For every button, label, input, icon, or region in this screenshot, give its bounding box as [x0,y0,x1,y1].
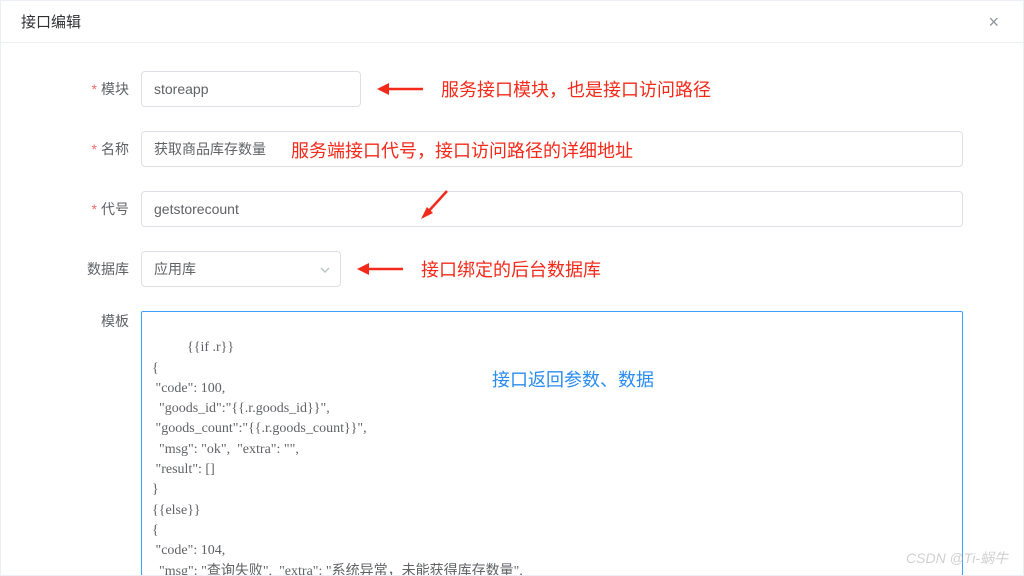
dialog-body: 模块 服务接口模块，也是接口访问路径 名称 服务端接口代号，接口访问路径的详细地… [1,43,1023,575]
label-database: 数据库 [61,251,141,287]
row-module: 模块 服务接口模块，也是接口访问路径 [61,71,963,107]
row-template: 模板 {{if .r}} { "code": 100, "goods_id":"… [61,311,963,575]
input-module[interactable] [141,71,361,107]
arrow-icon [357,260,405,278]
row-code: 代号 [61,191,963,227]
dialog-header: 接口编辑 × [1,1,1023,43]
select-database[interactable]: 应用库 [141,251,341,287]
select-database-value: 应用库 [154,259,196,279]
control-template: {{if .r}} { "code": 100, "goods_id":"{{.… [141,311,963,575]
control-module: 服务接口模块，也是接口访问路径 [141,71,963,107]
row-name: 名称 服务端接口代号，接口访问路径的详细地址 [61,131,963,167]
control-name: 服务端接口代号，接口访问路径的详细地址 [141,131,963,167]
arrow-icon [377,80,425,98]
label-code: 代号 [61,191,141,227]
annotation-name: 服务端接口代号，接口访问路径的详细地址 [291,137,633,163]
chevron-down-icon [320,262,330,276]
input-code[interactable] [141,191,963,227]
control-database: 应用库 接口绑定的后台数据库 [141,251,963,287]
row-database: 数据库 应用库 接口绑定的后台数据库 [61,251,963,287]
label-module: 模块 [61,71,141,107]
label-name: 名称 [61,131,141,167]
textarea-template[interactable]: {{if .r}} { "code": 100, "goods_id":"{{.… [141,311,963,575]
annotation-database: 接口绑定的后台数据库 [421,256,601,282]
control-code [141,191,963,227]
close-icon[interactable]: × [984,13,1003,31]
label-template: 模板 [61,311,141,331]
annotation-module: 服务接口模块，也是接口访问路径 [441,76,711,102]
dialog-title: 接口编辑 [21,11,81,32]
annotation-template: 接口返回参数、数据 [492,367,654,393]
dialog-container: 接口编辑 × 模块 服务接口模块，也是接口访问路径 名称 服务端接口代号，接口访… [0,0,1024,576]
template-content: {{if .r}} { "code": 100, "goods_id":"{{.… [152,340,523,575]
